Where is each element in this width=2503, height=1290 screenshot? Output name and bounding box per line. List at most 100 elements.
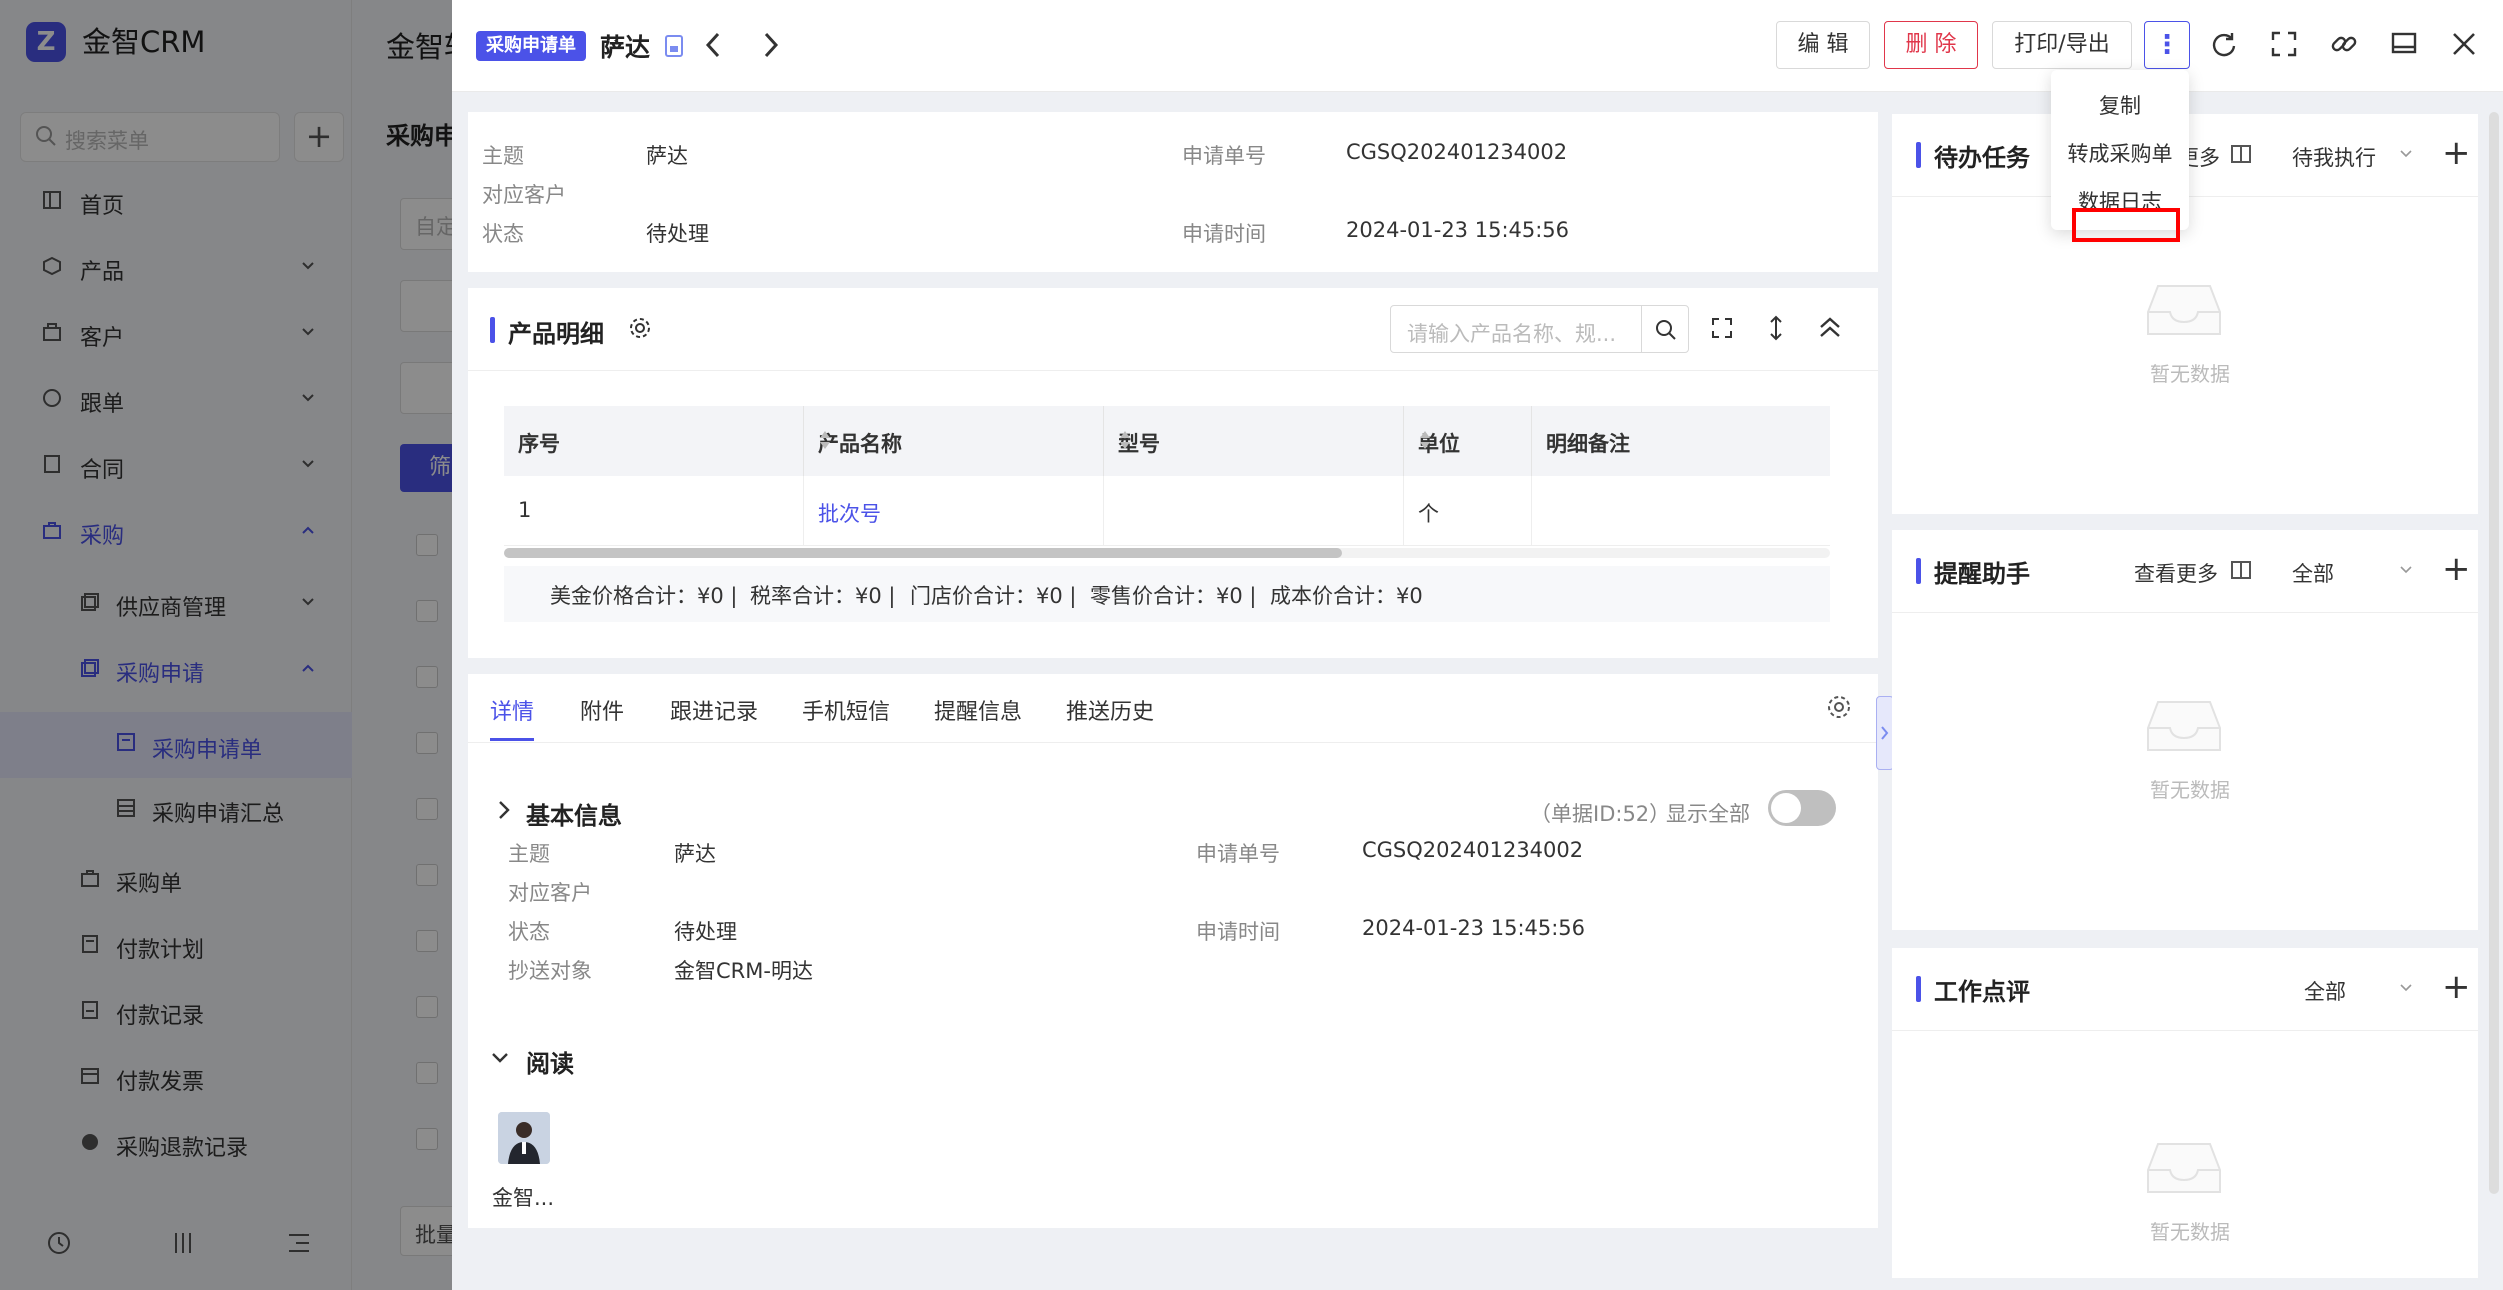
reminder-title: 提醒助手 <box>1934 560 2030 588</box>
menu-item-copy[interactable]: 复制 <box>2051 90 2189 120</box>
next-record-icon[interactable] <box>760 30 782 60</box>
empty-box-icon <box>2144 276 2224 340</box>
basic-cc-label: 抄送对象 <box>508 959 592 983</box>
table-cell-index: 1 <box>504 476 804 546</box>
table-header-cell: 明细备注 <box>1532 406 1830 476</box>
tab-settings-icon[interactable] <box>1826 694 1852 720</box>
total-tax-rate: 税率合计：¥0 | <box>750 584 896 608</box>
chevron-down-icon[interactable] <box>2398 562 2414 578</box>
book-icon[interactable] <box>2230 560 2252 580</box>
product-section-title: 产品明细 <box>508 320 604 348</box>
tab-detail[interactable]: 详情 <box>490 694 534 726</box>
reminder-add-button[interactable]: + <box>2442 552 2471 586</box>
show-all-toggle[interactable] <box>1768 790 1836 826</box>
fullscreen-icon[interactable] <box>2270 30 2298 58</box>
delete-button[interactable]: 删 除 <box>1884 21 1978 69</box>
highlight-annotation <box>2072 208 2180 242</box>
search-icon <box>1654 318 1678 342</box>
chevron-right-icon[interactable] <box>496 798 512 822</box>
review-add-button[interactable]: + <box>2442 970 2471 1004</box>
table-cell-unit: 个 <box>1404 476 1532 546</box>
chevron-down-icon[interactable] <box>2398 980 2414 996</box>
section-marker <box>1916 558 1921 584</box>
window-mode-icon[interactable] <box>2390 30 2418 58</box>
subject-value: 萨达 <box>646 144 688 168</box>
request-time-label: 申请时间 <box>1182 222 1266 246</box>
total-cost-price: 成本价合计：¥0 <box>1270 584 1423 608</box>
doc-id-text: （单据ID:52） <box>1530 802 1671 826</box>
doc-id-icon[interactable] <box>664 34 686 58</box>
request-time-value: 2024-01-23 15:45:56 <box>1346 218 1570 242</box>
chevron-down-icon[interactable] <box>490 1048 510 1068</box>
refresh-icon[interactable] <box>2210 30 2238 58</box>
book-icon[interactable] <box>2230 144 2252 164</box>
tab-sms[interactable]: 手机短信 <box>802 694 890 726</box>
show-all-label: 显示全部 <box>1666 802 1750 826</box>
expand-table-icon[interactable] <box>1710 316 1734 340</box>
table-header-cell[interactable]: 型号 <box>1104 406 1404 476</box>
table-header-cell[interactable]: 产品名称 <box>804 406 1104 476</box>
status-value: 待处理 <box>646 222 709 246</box>
reminder-more-link[interactable]: 查看更多 <box>2134 558 2218 588</box>
basic-info-title[interactable]: 基本信息 <box>526 796 622 831</box>
sort-icon[interactable] <box>818 428 1091 452</box>
sort-icon[interactable] <box>1118 428 1391 452</box>
menu-item-convert-to-purchase-order[interactable]: 转成采购单 <box>2051 138 2189 168</box>
doc-type-badge: 采购申请单 <box>476 31 586 61</box>
table-scrollbar-thumb[interactable] <box>504 548 1342 558</box>
product-totals-bar: 美金价格合计：¥0 | 税率合计：¥0 | 门店价合计：¥0 | 零售价合计：¥… <box>504 566 1830 622</box>
status-label: 状态 <box>482 222 524 246</box>
todo-filter-select[interactable]: 待我执行 <box>2292 142 2376 172</box>
tab-followup[interactable]: 跟进记录 <box>670 694 758 726</box>
more-actions-button[interactable]: ⋮ <box>2144 21 2190 69</box>
total-store-price: 门店价合计：¥0 | <box>910 584 1077 608</box>
product-search-button[interactable] <box>1641 305 1689 353</box>
table-cell-note <box>1532 476 1830 546</box>
product-name-link[interactable]: 批次号 <box>818 498 881 528</box>
section-marker <box>1916 142 1921 168</box>
tab-push-history[interactable]: 推送历史 <box>1066 694 1154 726</box>
product-search-input[interactable]: 请输入产品名称、规... <box>1390 305 1642 353</box>
product-settings-icon[interactable] <box>628 316 652 340</box>
doc-title: 萨达 <box>600 33 651 62</box>
read-section-title[interactable]: 阅读 <box>526 1044 574 1079</box>
section-marker <box>490 317 495 343</box>
edit-button[interactable]: 编 辑 <box>1776 21 1870 69</box>
todo-title: 待办任务 <box>1934 144 2030 172</box>
reminder-filter-select[interactable]: 全部 <box>2292 558 2334 588</box>
toggle-knob <box>1771 793 1801 823</box>
review-empty-text: 暂无数据 <box>2150 1220 2230 1244</box>
basic-number-value: CGSQ202401234002 <box>1362 838 1584 862</box>
chevron-down-icon[interactable] <box>2398 146 2414 162</box>
row-height-icon[interactable] <box>1766 314 1786 342</box>
sort-icon[interactable] <box>1418 428 1519 452</box>
close-icon[interactable] <box>2450 30 2478 58</box>
total-usd-price: 美金价格合计：¥0 | <box>550 584 738 608</box>
basic-time-value: 2024-01-23 15:45:56 <box>1362 916 1586 940</box>
avatar[interactable] <box>498 1112 550 1164</box>
todo-add-button[interactable]: + <box>2442 136 2471 170</box>
collapse-section-icon[interactable] <box>1816 314 1844 342</box>
basic-time-label: 申请时间 <box>1196 920 1280 944</box>
summary-card: 主题 萨达 对应客户 状态 待处理 申请单号 CGSQ202401234002 … <box>468 112 1878 272</box>
table-cell-name[interactable]: 批次号 <box>804 476 1104 546</box>
prev-record-icon[interactable] <box>702 30 724 60</box>
customer-label: 对应客户 <box>482 183 566 207</box>
more-actions-menu: 复制 转成采购单 数据日志 <box>2051 70 2189 230</box>
review-filter-select[interactable]: 全部 <box>2304 976 2346 1006</box>
basic-subject-value: 萨达 <box>674 842 716 866</box>
request-number-label: 申请单号 <box>1182 144 1266 168</box>
reminder-empty-text: 暂无数据 <box>2150 778 2230 802</box>
empty-box-icon <box>2144 692 2224 756</box>
table-header-cell[interactable]: 单位 <box>1404 406 1532 476</box>
review-title: 工作点评 <box>1934 978 2030 1006</box>
panel-scrollbar[interactable] <box>2489 112 2499 1194</box>
tab-attachment[interactable]: 附件 <box>580 694 624 726</box>
subject-label: 主题 <box>482 144 524 168</box>
table-cell-model <box>1104 476 1404 546</box>
tab-reminder[interactable]: 提醒信息 <box>934 694 1022 726</box>
detail-card <box>468 674 1878 1228</box>
print-export-button[interactable]: 打印/导出 <box>1992 21 2132 69</box>
link-icon[interactable] <box>2330 30 2358 58</box>
basic-status-label: 状态 <box>508 920 550 944</box>
